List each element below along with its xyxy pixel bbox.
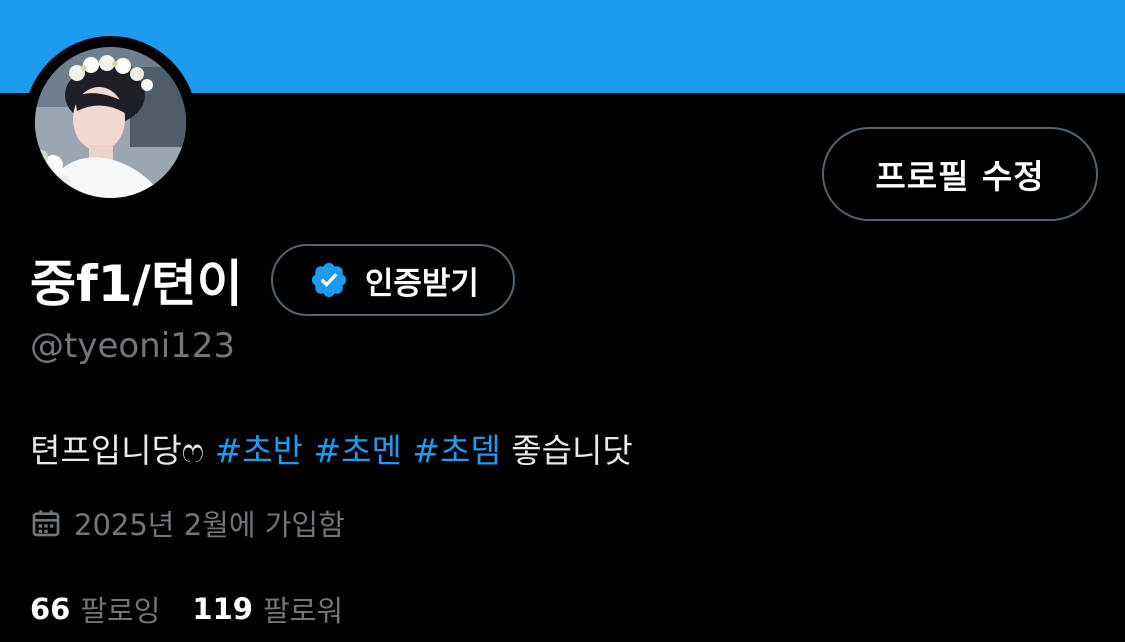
join-date-text: 2025년 2월에 가입함 bbox=[74, 508, 345, 542]
profile-bio: 텬프입니당ෆ #초반 #초멘 #초뎀 좋습니닷 bbox=[30, 424, 633, 472]
avatar[interactable] bbox=[24, 36, 197, 209]
followers-label: 팔로워 bbox=[262, 594, 343, 628]
get-verified-label: 인증받기 bbox=[364, 265, 479, 302]
get-verified-button[interactable]: 인증받기 bbox=[270, 244, 515, 316]
user-handle: @tyeoni123 bbox=[30, 326, 236, 366]
follow-stats: 66 팔로잉 119 팔로워 bbox=[30, 588, 375, 630]
profile-page: 프로필 수정 중f1/텬이 인증받기 @tyeoni123 텬프입니당ෆ #초반… bbox=[0, 0, 1125, 642]
calendar-icon bbox=[30, 507, 62, 539]
hashtag-link[interactable]: #초뎀 bbox=[412, 431, 500, 470]
bio-text: 좋습니닷 bbox=[511, 431, 633, 470]
hashtag-link[interactable]: #초멘 bbox=[314, 431, 402, 470]
avatar-image bbox=[35, 47, 186, 198]
following-link[interactable]: 66 팔로잉 bbox=[30, 588, 160, 630]
edit-profile-button[interactable]: 프로필 수정 bbox=[822, 127, 1098, 221]
hashtag-link[interactable]: #초반 bbox=[215, 431, 303, 470]
followers-link[interactable]: 119 팔로워 bbox=[192, 588, 343, 630]
display-name: 중f1/텬이 bbox=[30, 255, 243, 313]
join-date: 2025년 2월에 가입함 bbox=[30, 502, 345, 544]
verified-badge-icon bbox=[309, 260, 349, 300]
following-label: 팔로잉 bbox=[80, 594, 161, 628]
name-row: 중f1/텬이 인증받기 bbox=[30, 240, 515, 320]
followers-count: 119 bbox=[192, 592, 253, 626]
following-count: 66 bbox=[30, 592, 71, 626]
bio-text: 텬프입니당ෆ bbox=[30, 431, 205, 470]
